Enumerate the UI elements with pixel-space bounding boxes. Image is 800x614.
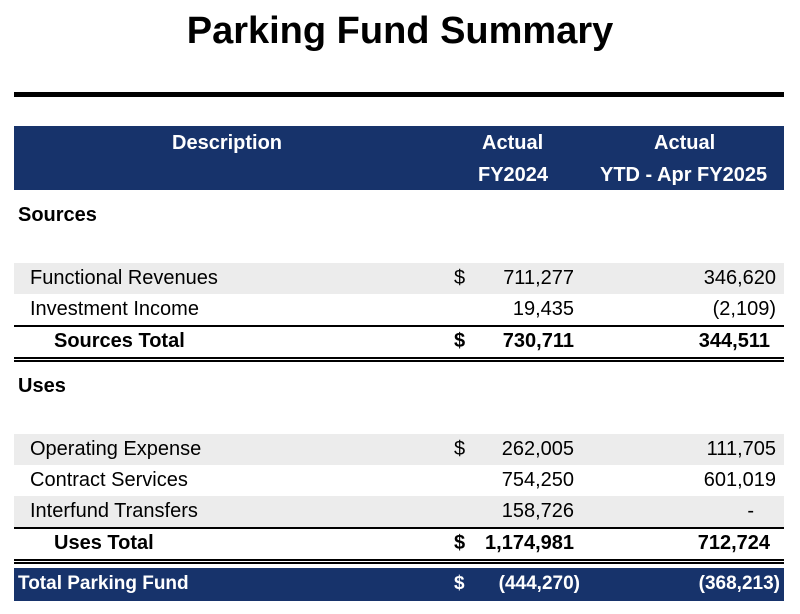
total-ytd-value: 344,511: [698, 330, 770, 352]
row-fy2024-value: 711,277: [503, 267, 574, 289]
header-fy2024-line2: FY2024: [478, 164, 549, 186]
section-label-uses: Uses: [18, 375, 66, 397]
total-description: Uses Total: [54, 532, 154, 554]
grand-total-dollar-sign: $: [454, 573, 465, 594]
row-fy2024-value: 158,726: [501, 500, 574, 522]
row-ytd-value: 346,620: [703, 267, 776, 289]
title-rule: [14, 92, 784, 97]
row-ytd-value: (2,109): [712, 298, 776, 320]
row-description: Functional Revenues: [30, 267, 218, 289]
total-fy2024-value: 730,711: [502, 330, 574, 352]
row-ytd-value: 601,019: [703, 469, 776, 491]
total-dollar-sign: $: [454, 532, 466, 554]
grand-total-row: Total Parking Fund $ (444,270) (368,213): [14, 568, 784, 601]
total-dollar-sign: $: [454, 330, 466, 352]
uses-total-row: Uses Total $ 1,174,981 712,724: [14, 529, 784, 560]
total-double-rule: [14, 559, 784, 564]
header-ytd-line1: Actual: [654, 132, 716, 154]
row-dollar-sign: $: [454, 267, 466, 289]
header-fy2024-line1: Actual: [482, 132, 544, 154]
row-fy2024-value: 262,005: [501, 438, 574, 460]
row-ytd-value: -: [747, 500, 754, 522]
section-label-sources: Sources: [18, 204, 97, 226]
total-description: Sources Total: [54, 330, 185, 352]
row-ytd-value: 111,705: [706, 438, 776, 460]
total-double-rule: [14, 357, 784, 362]
row-description: Operating Expense: [30, 438, 202, 460]
page-title: Parking Fund Summary: [186, 10, 614, 52]
row-description: Contract Services: [30, 469, 188, 491]
row-fy2024-value: 754,250: [501, 469, 574, 491]
header-ytd-line2: YTD - Apr FY2025: [600, 164, 768, 186]
table-row: Interfund Transfers 158,726 -: [14, 496, 784, 527]
table-row: Contract Services 754,250 601,019: [14, 465, 784, 496]
header-description: Description: [172, 132, 283, 154]
grand-total-description: Total Parking Fund: [18, 573, 189, 594]
table-row: Operating Expense $ 262,005 111,705: [14, 434, 784, 465]
table-row: Functional Revenues $ 711,277 346,620: [14, 263, 784, 294]
row-fy2024-value: 19,435: [512, 298, 574, 320]
table-header: Description Actual FY2024 Actual YTD - A…: [14, 126, 784, 190]
total-ytd-value: 712,724: [697, 532, 770, 554]
table-row: Investment Income 19,435 (2,109): [14, 294, 784, 325]
sources-total-row: Sources Total $ 730,711 344,511: [14, 327, 784, 358]
grand-total-fy2024-value: (444,270): [498, 573, 580, 594]
row-description: Interfund Transfers: [30, 500, 198, 522]
grand-total-ytd-value: (368,213): [698, 573, 780, 594]
total-fy2024-value: 1,174,981: [485, 532, 574, 554]
row-dollar-sign: $: [454, 438, 466, 460]
row-description: Investment Income: [30, 298, 199, 320]
